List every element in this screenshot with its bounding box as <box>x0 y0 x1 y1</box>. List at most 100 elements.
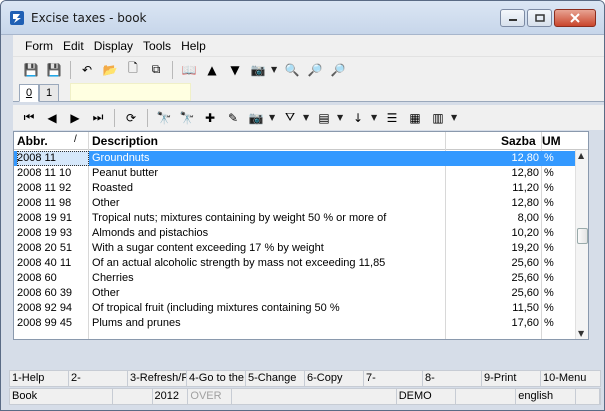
excel-export-button[interactable]: ▦ <box>405 108 425 128</box>
maximize-button[interactable] <box>527 9 552 27</box>
table-row[interactable]: 2008 40 11 Of an actual alcoholic strengt… <box>14 256 576 271</box>
window-title: Excise taxes - book <box>31 11 147 25</box>
book-button[interactable]: 📖 <box>179 60 199 80</box>
function-key-9[interactable]: 9-Print <box>482 371 541 386</box>
cell-description: Roasted <box>92 182 133 194</box>
toolbar-separator <box>114 108 115 127</box>
table-row[interactable]: 2008 60 Cherries 25,60% <box>14 271 576 286</box>
next-record-button[interactable]: ▶ <box>65 108 85 128</box>
list-icon: ☰ <box>386 110 398 125</box>
column-header-um[interactable]: UM <box>542 134 561 148</box>
menu-item-edit[interactable]: Edit <box>63 39 84 53</box>
dropdown-arrow-icon[interactable]: ▼ <box>271 65 279 74</box>
table-row[interactable]: 2008 11 92 Roasted 11,20% <box>14 181 576 196</box>
list-button[interactable]: ☰ <box>382 108 402 128</box>
camera-button[interactable]: 📷 <box>246 108 266 128</box>
cell-sazba: 25,60 <box>511 257 539 269</box>
scroll-down-icon[interactable]: ▼ <box>578 329 584 338</box>
tab-0[interactable]: 0 <box>19 84 39 102</box>
previous-record-button[interactable]: ◀ <box>42 108 62 128</box>
undo-icon: ↶ <box>81 62 93 77</box>
function-key-2[interactable]: 2- <box>69 371 128 386</box>
grid-header: Abbr. / Description Sazba UM <box>14 132 588 150</box>
cell-um: % <box>544 242 554 254</box>
move-down-icon: ▼ <box>230 62 240 77</box>
undo-button[interactable]: ↶ <box>77 60 97 80</box>
status-bar: Book 2012 OVER DEMO english <box>9 388 601 405</box>
cell-sazba: 19,20 <box>511 242 539 254</box>
dropdown-arrow-icon[interactable]: ▼ <box>371 113 379 122</box>
cell-abbr: 2008 20 51 <box>17 242 73 254</box>
cell-abbr: 2008 99 45 <box>17 317 73 329</box>
dropdown-arrow-icon[interactable]: ▼ <box>303 113 311 122</box>
cell-sazba: 11,50 <box>512 302 539 314</box>
table-row[interactable]: 2008 11 98 Other 12,80% <box>14 196 576 211</box>
table-row[interactable]: 2008 92 94 Of tropical fruit (including m… <box>14 301 576 316</box>
cell-description: Other <box>92 197 120 209</box>
open-folder-button[interactable]: 📂 <box>100 60 120 80</box>
cell-um: % <box>544 257 554 269</box>
refresh-button[interactable]: ⟳ <box>121 108 141 128</box>
function-key-6[interactable]: 6-Copy <box>305 371 364 386</box>
copy-button[interactable]: ⧉ <box>146 60 166 80</box>
title-bar[interactable]: Excise taxes - book <box>1 1 604 35</box>
scroll-up-icon[interactable]: ▲ <box>578 151 584 160</box>
function-key-1[interactable]: 1-Help <box>10 371 69 386</box>
dropdown-arrow-icon[interactable]: ▼ <box>269 113 277 122</box>
find-previous-button[interactable]: 🔎 <box>328 60 348 80</box>
function-key-8[interactable]: 8- <box>423 371 482 386</box>
menu-item-display[interactable]: Display <box>94 39 133 53</box>
tab-1[interactable]: 1 <box>39 84 59 102</box>
columns-button[interactable]: ▤ <box>314 108 334 128</box>
table-row[interactable]: 2008 20 51 With a sugar content exceeding… <box>14 241 576 256</box>
camera-button[interactable]: 📷 <box>248 60 268 80</box>
menu-item-help[interactable]: Help <box>181 39 206 53</box>
new-document-button[interactable]: 🗋 <box>123 60 143 80</box>
report-button[interactable]: ▥ <box>428 108 448 128</box>
column-header-description[interactable]: Description <box>92 134 158 148</box>
cell-abbr: 2008 11 92 <box>17 182 72 194</box>
function-key-4[interactable]: 4-Go to the <box>187 371 246 386</box>
cell-abbr: 2008 60 <box>17 272 57 284</box>
move-up-icon: ▲ <box>207 62 217 77</box>
table-row[interactable]: 2008 99 45 Plums and prunes 17,60% <box>14 316 576 331</box>
sort-az-button[interactable]: ↓ <box>348 108 368 128</box>
column-header-abbr[interactable]: Abbr. <box>17 134 48 148</box>
scroll-thumb[interactable] <box>577 228 588 244</box>
menu-item-form[interactable]: Form <box>25 39 53 53</box>
edit-record-button[interactable]: ✎ <box>223 108 243 128</box>
table-row[interactable]: 2008 19 91 Tropical nuts; mixtures contai… <box>14 211 576 226</box>
function-key-5[interactable]: 5-Change <box>246 371 305 386</box>
function-key-bar: 1-Help 2- 3-Refresh/F 4-Go to the 5-Change 6-… <box>9 370 601 387</box>
function-key-3[interactable]: 3-Refresh/F <box>128 371 187 386</box>
save-as-button: 💾 <box>44 60 64 80</box>
close-button[interactable] <box>554 9 596 27</box>
cell-description: Cherries <box>92 272 134 284</box>
cell-um: % <box>544 212 554 224</box>
cell-abbr: 2008 40 11 <box>17 257 72 269</box>
table-row[interactable]: 2008 60 39 Other 25,60% <box>14 286 576 301</box>
find-icon: 🔍 <box>284 62 300 77</box>
cell-sazba: 12,80 <box>511 197 539 209</box>
column-header-sazba[interactable]: Sazba <box>501 134 536 148</box>
last-record-button[interactable]: ⏭ <box>88 108 108 128</box>
cell-sazba: 17,60 <box>511 317 539 329</box>
add-record-button[interactable]: ✚ <box>200 108 220 128</box>
move-up-button[interactable]: ▲ <box>202 60 222 80</box>
filter-button[interactable]: ⛛ <box>280 108 300 128</box>
move-down-button[interactable]: ▼ <box>225 60 245 80</box>
table-row[interactable]: 2008 19 93 Almonds and pistachios 10,20% <box>14 226 576 241</box>
find-next-button[interactable]: 🔎 <box>305 60 325 80</box>
binoculars-button[interactable]: 🔭 <box>154 108 174 128</box>
table-row[interactable]: 2008 11 Groundnuts 12,80% <box>14 151 576 166</box>
dropdown-arrow-icon[interactable]: ▼ <box>337 113 345 122</box>
function-key-7[interactable]: 7- <box>364 371 423 386</box>
menu-item-tools[interactable]: Tools <box>143 39 171 53</box>
vertical-scrollbar[interactable]: ▲ ▼ <box>575 150 588 339</box>
function-key-10[interactable]: 10-Menu <box>541 371 600 386</box>
minimize-button[interactable] <box>500 9 525 27</box>
first-record-button[interactable]: ⏮ <box>19 108 39 128</box>
dropdown-arrow-icon[interactable]: ▼ <box>451 113 459 122</box>
find-button[interactable]: 🔍 <box>282 60 302 80</box>
table-row[interactable]: 2008 11 10 Peanut butter 12,80% <box>14 166 576 181</box>
